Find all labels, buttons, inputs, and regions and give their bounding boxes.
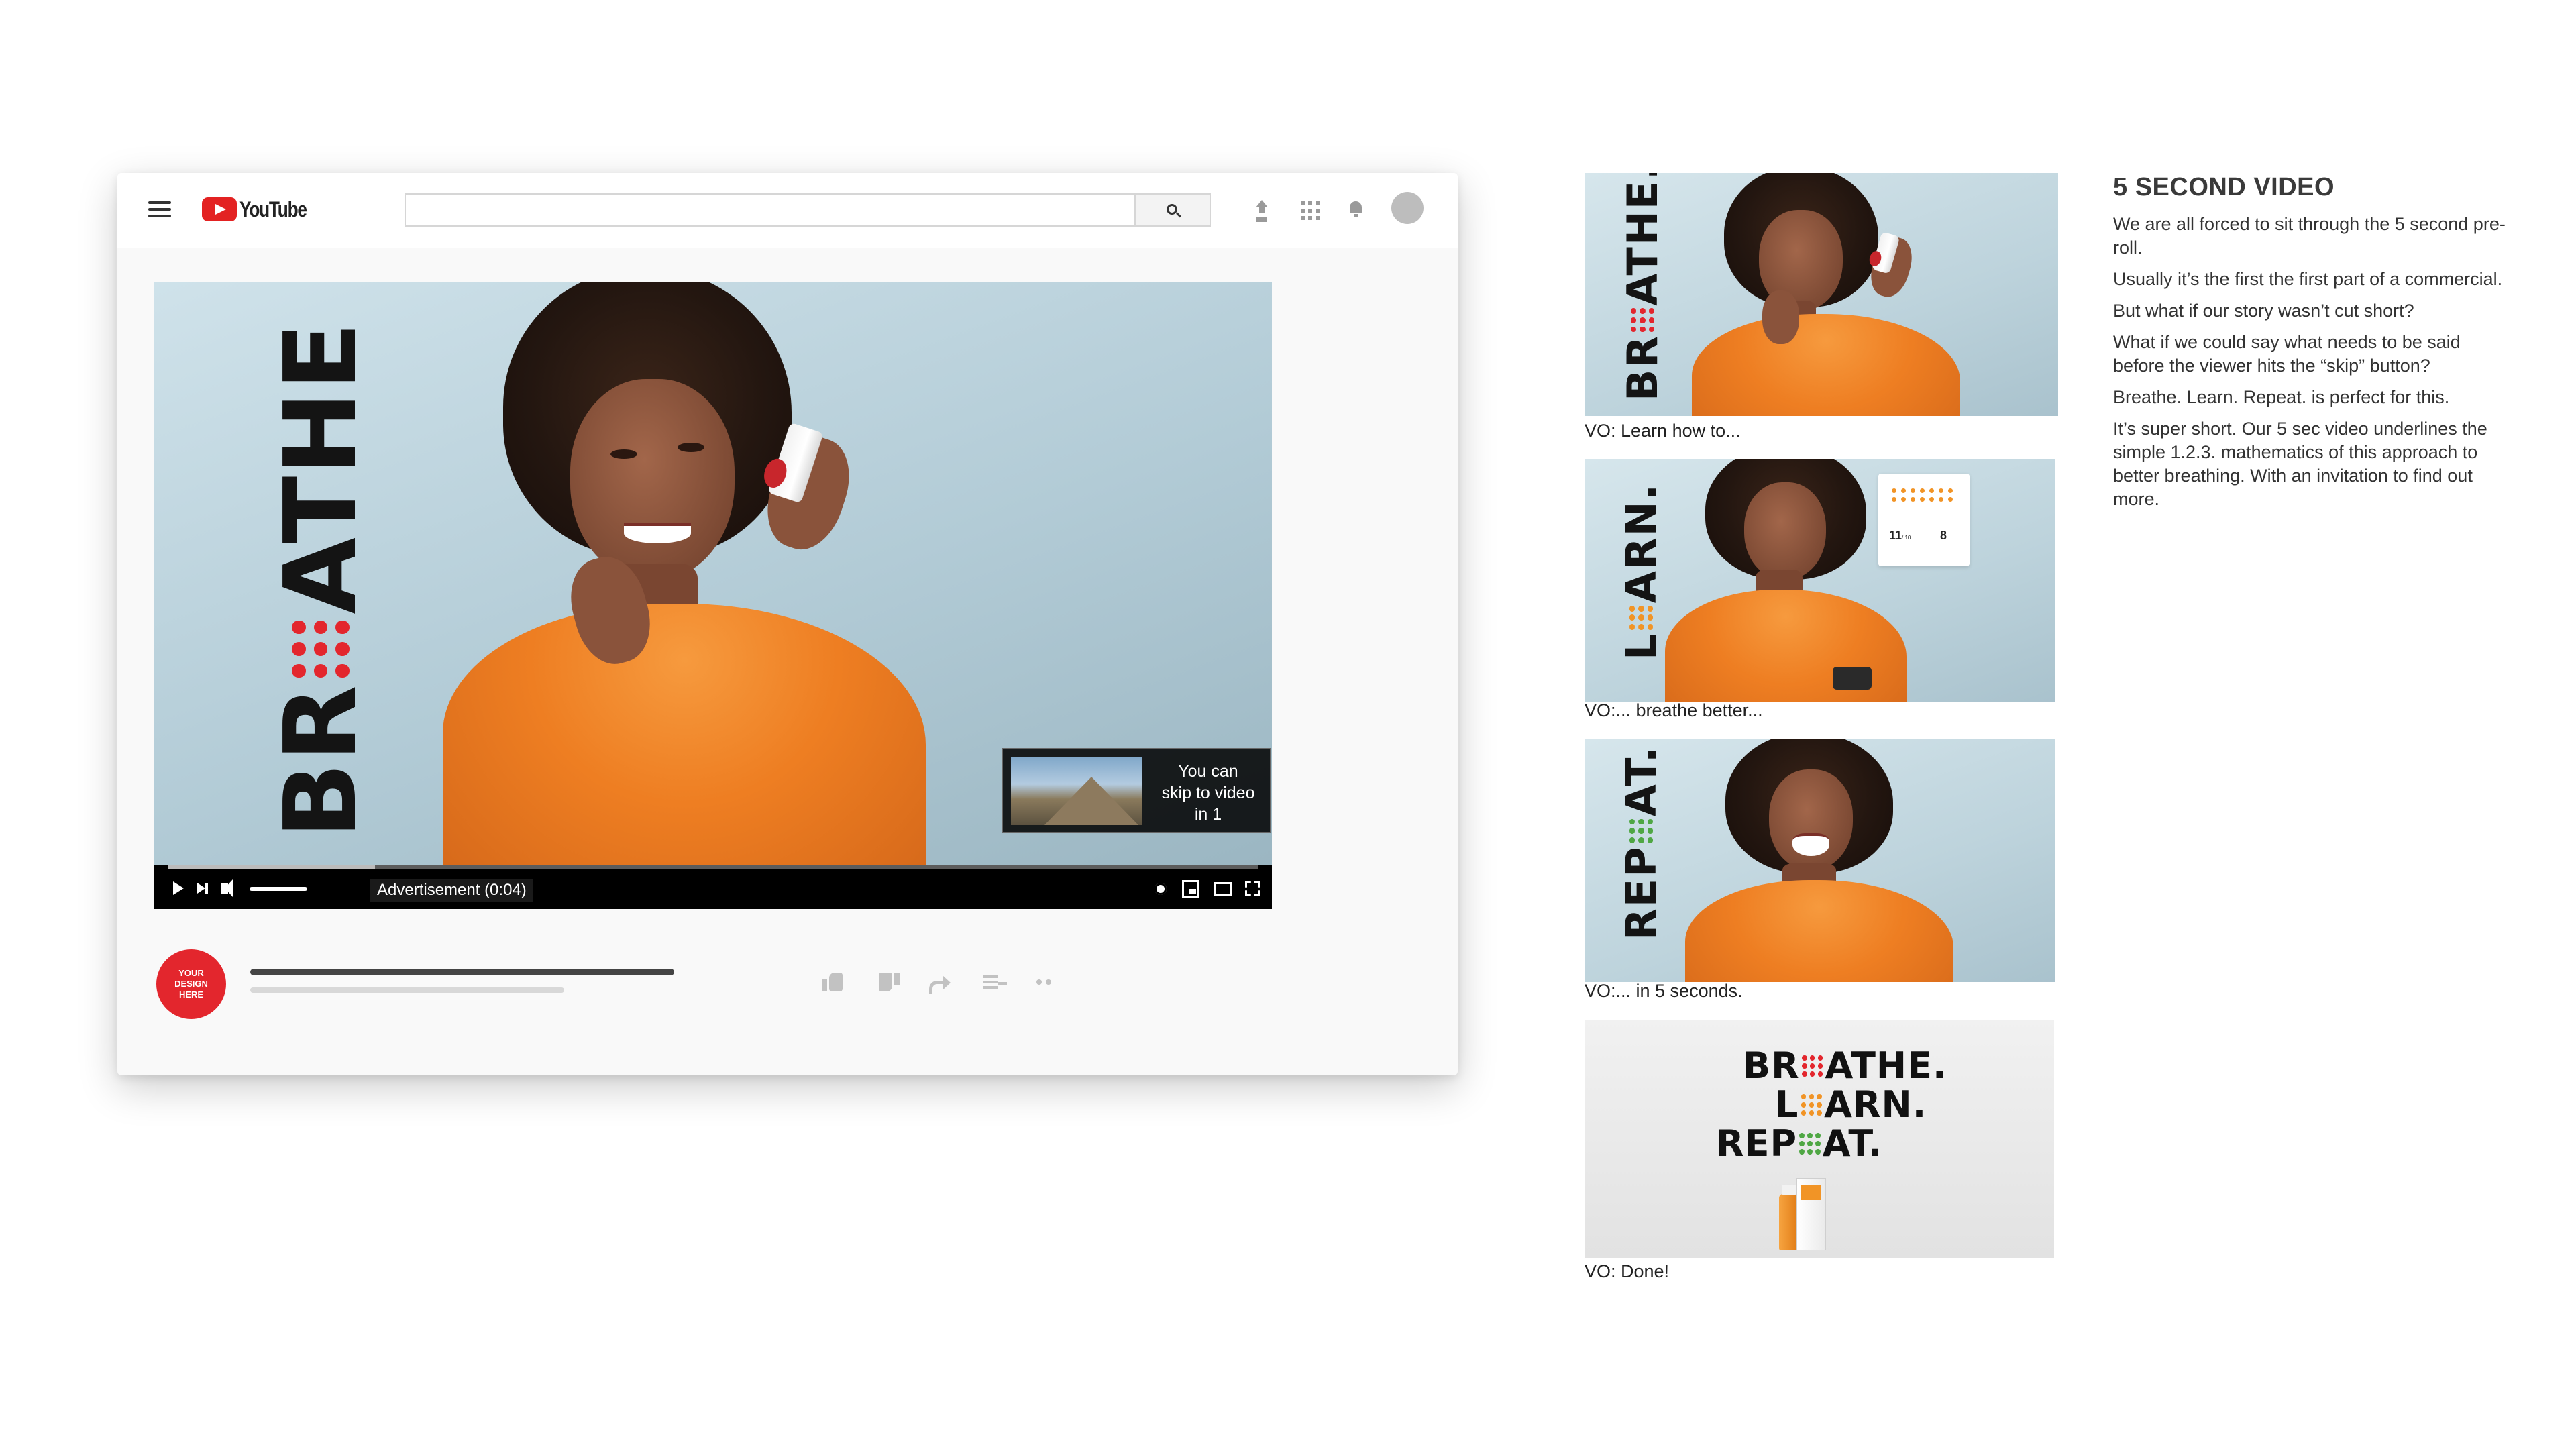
account-avatar[interactable] [1391, 192, 1424, 224]
share-icon[interactable] [928, 971, 952, 994]
breathe-wordmark: BR ATHE [263, 321, 378, 839]
apps-grid-icon[interactable] [1298, 199, 1320, 220]
youtube-logo-text: YouTube [239, 197, 307, 221]
frame2-caption: VO:... breathe better... [1585, 700, 1763, 720]
frame3-caption: VO:... in 5 seconds. [1585, 981, 1743, 1001]
lockup-line-breathe: BR ATHE. [1743, 1044, 1947, 1087]
frame1-wordmark: BR ATHE. [1618, 173, 1667, 401]
video-subtitle-placeholder [250, 987, 564, 993]
ad-video-frame[interactable]: BR ATHE You can skip to video in 1 [154, 282, 1272, 865]
dislike-icon[interactable] [875, 971, 900, 993]
more-options-icon[interactable] [1036, 971, 1061, 993]
skip-countdown-text: You can skip to video in 1 [1161, 762, 1255, 824]
smartphone [1833, 667, 1872, 690]
volume-slider[interactable] [250, 887, 307, 891]
copy-paragraph: It’s super short. Our 5 sec video underl… [2113, 419, 2487, 509]
section-heading: 5 SECOND VIDEO [2113, 173, 2335, 201]
copy-paragraph: Breathe. Learn. Repeat. is perfect for t… [2113, 387, 2450, 407]
storyboard-frame-4-endcard: BR ATHE. L ARN. REP AT. [1585, 1020, 2054, 1258]
skip-ad-box[interactable]: You can skip to video in 1 [1002, 748, 1271, 833]
lockup-line-repeat: REP AT. [1716, 1122, 1883, 1165]
notifications-bell-icon[interactable] [1345, 199, 1366, 220]
fullscreen-icon[interactable] [1244, 880, 1261, 898]
breathing-stats-card: 11/ 10 8 [1878, 474, 1970, 566]
wordmark-dots [292, 620, 350, 678]
lockup-line-learn: L ARN. [1775, 1083, 1927, 1126]
copy-paragraph: We are all forced to sit through the 5 s… [2113, 214, 2506, 258]
breathe-learn-repeat-lockup: BR ATHE. L ARN. REP AT. [1716, 1044, 1947, 1165]
product-box [1796, 1178, 1826, 1250]
woman-surprised [1685, 739, 1974, 982]
description-column: 5 SECOND VIDEO We are all forced to sit … [2113, 173, 2516, 519]
storyboard-frame-1: BR ATHE. [1585, 173, 2058, 416]
youtube-logo[interactable]: YouTube [202, 196, 321, 223]
miniplayer-icon[interactable] [1182, 880, 1199, 898]
youtube-header: YouTube [117, 173, 1458, 248]
copy-paragraph: Usually it’s the first the first part of… [2113, 269, 2503, 289]
menu-icon[interactable] [148, 200, 171, 219]
theater-mode-icon[interactable] [1214, 882, 1232, 896]
youtube-play-logo-icon [202, 197, 237, 221]
frame1-caption: VO: Learn how to... [1585, 421, 1741, 441]
player-controls: Advertisement (0:04) [154, 869, 1272, 909]
copy-paragraph: But what if our story wasn’t cut short? [2113, 301, 2414, 321]
wordmark-right: ATHE [263, 321, 378, 614]
add-to-playlist-icon[interactable] [983, 971, 1007, 993]
frame3-wordmark: REP AT. [1617, 745, 1666, 941]
video-title-placeholder [250, 969, 674, 975]
channel-avatar-badge[interactable]: YOUR DESIGN HERE [156, 949, 226, 1019]
copy-paragraph: What if we could say what needs to be sa… [2113, 332, 2461, 376]
wordmark-left: BR [263, 684, 378, 839]
woman-thinking [1685, 173, 2034, 416]
search-icon [1167, 204, 1177, 215]
youtube-window: YouTube BR ATHE You can skip to video in… [117, 173, 1458, 1075]
volume-icon[interactable] [221, 879, 233, 897]
storyboard-frame-3: REP AT. [1585, 739, 2055, 982]
settings-gear-icon[interactable] [1152, 880, 1169, 898]
woman-with-inhaler [443, 282, 1060, 865]
frame2-wordmark: L ARN. [1617, 482, 1666, 660]
like-icon[interactable] [822, 971, 846, 993]
storyboard-frame-2: L ARN. 11/ 10 8 [1585, 459, 2055, 702]
advertisement-label: Advertisement (0:04) [370, 879, 533, 902]
search-button[interactable] [1136, 193, 1211, 227]
frame4-caption: VO: Done! [1585, 1261, 1670, 1281]
play-icon[interactable] [173, 881, 184, 895]
search-input[interactable] [405, 193, 1136, 227]
upload-icon[interactable] [1251, 199, 1273, 220]
next-icon[interactable] [197, 883, 208, 894]
next-video-thumbnail [1011, 757, 1142, 825]
video-player[interactable]: BR ATHE You can skip to video in 1 Adver… [154, 282, 1272, 909]
